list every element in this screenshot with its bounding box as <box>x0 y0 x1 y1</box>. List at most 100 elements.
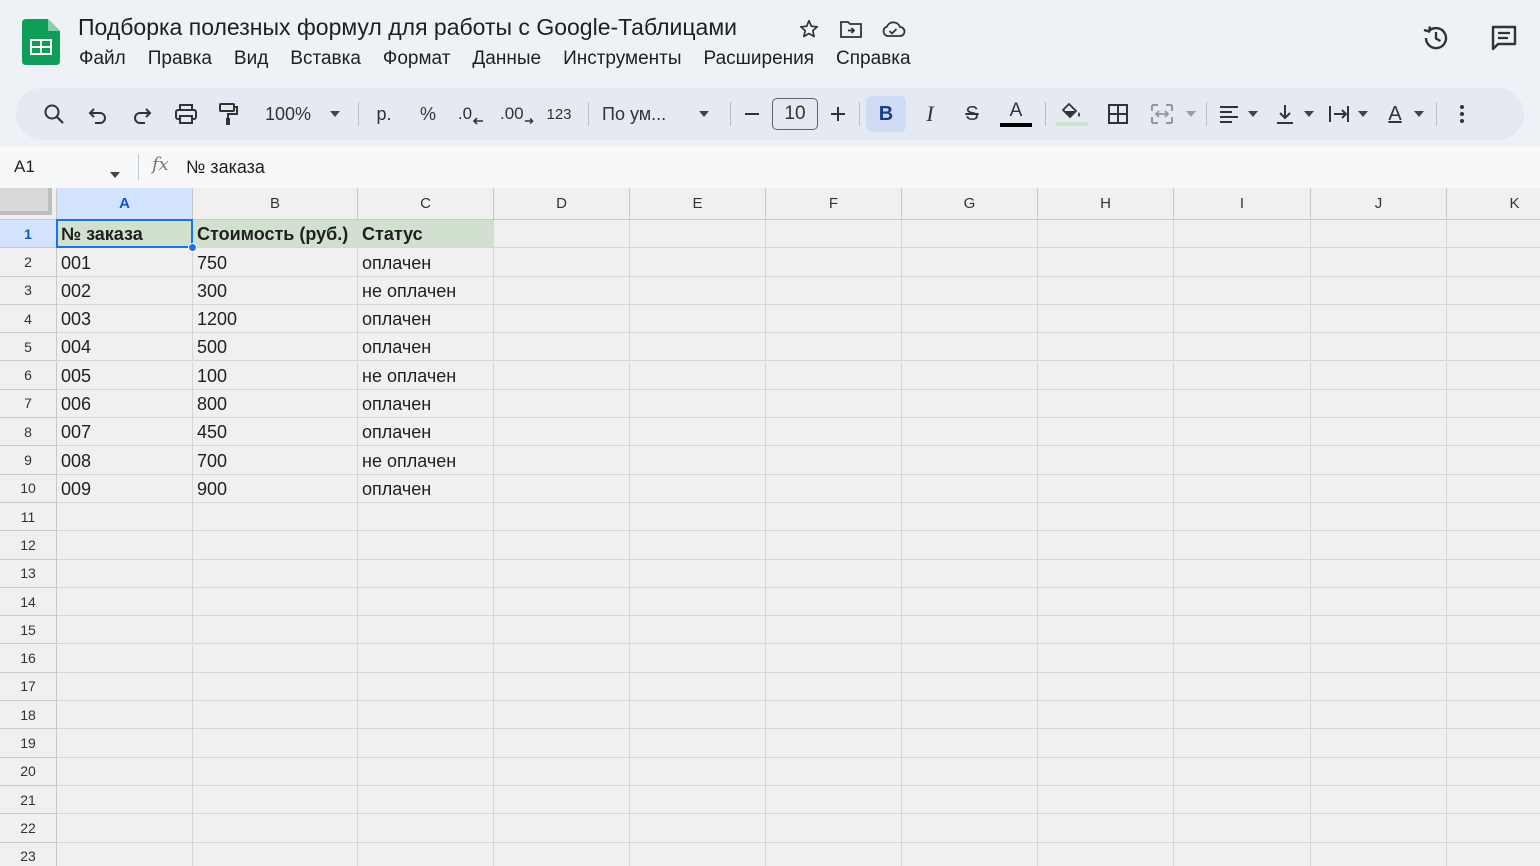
cell[interactable] <box>494 842 630 866</box>
cell[interactable] <box>630 814 766 843</box>
row-header[interactable]: 10 <box>0 474 57 503</box>
cell[interactable] <box>766 644 902 673</box>
cell[interactable] <box>902 644 1038 673</box>
row-header[interactable]: 15 <box>0 616 57 645</box>
cell[interactable] <box>902 361 1038 390</box>
cell[interactable] <box>193 757 358 786</box>
column-header[interactable]: B <box>193 188 358 220</box>
cell[interactable] <box>1311 248 1447 277</box>
cell[interactable] <box>193 729 358 758</box>
cell[interactable]: 009 <box>57 474 193 503</box>
cell[interactable] <box>1311 729 1447 758</box>
column-header[interactable]: C <box>358 188 494 220</box>
cell[interactable] <box>902 616 1038 645</box>
cell[interactable] <box>766 701 902 730</box>
cell[interactable] <box>1311 701 1447 730</box>
cell[interactable] <box>1038 276 1174 305</box>
cell[interactable]: не оплачен <box>358 276 494 305</box>
cell[interactable] <box>1447 758 1540 786</box>
cell[interactable] <box>1447 673 1540 702</box>
cell[interactable]: оплачен <box>358 474 494 503</box>
cell[interactable] <box>494 474 630 503</box>
cell[interactable] <box>494 248 630 277</box>
cell[interactable]: 300 <box>193 276 358 305</box>
cell[interactable] <box>766 757 902 786</box>
cell[interactable] <box>193 503 358 532</box>
cell[interactable] <box>630 248 766 277</box>
bold-button[interactable]: B <box>866 96 906 132</box>
cell[interactable] <box>1174 842 1311 866</box>
menu-insert[interactable]: Вставка <box>290 48 361 70</box>
increase-decimal-button[interactable]: .00 <box>500 96 534 132</box>
cell[interactable] <box>1174 559 1311 588</box>
row-header[interactable]: 21 <box>0 786 57 815</box>
cell[interactable] <box>494 503 630 532</box>
column-header[interactable]: E <box>630 188 766 220</box>
cell[interactable] <box>630 276 766 305</box>
cell[interactable] <box>630 418 766 447</box>
cell[interactable] <box>57 559 193 588</box>
cell[interactable]: не оплачен <box>358 446 494 475</box>
cell[interactable] <box>1447 560 1540 588</box>
cell[interactable] <box>494 616 630 645</box>
cell[interactable] <box>494 418 630 447</box>
cell[interactable] <box>1311 361 1447 390</box>
cell[interactable] <box>902 389 1038 419</box>
row-header[interactable]: 8 <box>0 418 57 447</box>
cell[interactable] <box>1174 757 1311 786</box>
version-history-icon[interactable] <box>1418 20 1454 56</box>
cell[interactable]: 800 <box>193 389 358 419</box>
cell[interactable] <box>766 474 902 503</box>
cell[interactable] <box>1174 474 1311 503</box>
cell[interactable] <box>766 587 902 617</box>
menu-view[interactable]: Вид <box>234 48 268 70</box>
row-header[interactable]: 20 <box>0 757 57 786</box>
cell[interactable] <box>630 220 766 249</box>
header-cell[interactable]: № заказа <box>57 220 193 249</box>
cell[interactable] <box>766 304 902 334</box>
cell[interactable] <box>1311 418 1447 447</box>
cell[interactable] <box>494 729 630 758</box>
cell[interactable]: не оплачен <box>358 361 494 390</box>
row-header[interactable]: 6 <box>0 361 57 390</box>
row-header[interactable]: 14 <box>0 587 57 617</box>
zoom-select[interactable]: 100% <box>256 96 320 132</box>
cell[interactable] <box>1038 389 1174 419</box>
column-header[interactable]: H <box>1038 188 1174 220</box>
cell[interactable] <box>494 531 630 560</box>
cell[interactable] <box>358 729 494 758</box>
cell[interactable] <box>766 248 902 277</box>
cell[interactable] <box>57 672 193 702</box>
cell[interactable] <box>902 503 1038 532</box>
row-header[interactable]: 12 <box>0 531 57 560</box>
cell[interactable] <box>193 842 358 866</box>
formula-input[interactable]: № заказа <box>186 157 265 178</box>
cell[interactable] <box>57 701 193 730</box>
cell[interactable] <box>1174 361 1311 390</box>
cell[interactable] <box>1311 672 1447 702</box>
cell[interactable]: 008 <box>57 446 193 475</box>
cell[interactable] <box>1174 587 1311 617</box>
cell[interactable] <box>1038 446 1174 475</box>
valign-dropdown-icon[interactable] <box>1302 96 1316 132</box>
cell[interactable] <box>57 616 193 645</box>
cell[interactable] <box>1311 786 1447 815</box>
comments-icon[interactable] <box>1486 20 1522 56</box>
cell[interactable]: 100 <box>193 361 358 390</box>
cell[interactable]: 006 <box>57 389 193 419</box>
menu-data[interactable]: Данные <box>472 48 541 70</box>
cell[interactable] <box>358 644 494 673</box>
cell[interactable] <box>193 559 358 588</box>
cell[interactable] <box>1038 729 1174 758</box>
cell[interactable] <box>57 842 193 866</box>
cell[interactable] <box>1174 220 1311 249</box>
text-color-button[interactable]: A <box>998 96 1034 132</box>
cell[interactable] <box>630 644 766 673</box>
cell[interactable] <box>766 276 902 305</box>
cell[interactable] <box>630 503 766 532</box>
cell[interactable] <box>766 333 902 362</box>
row-header[interactable]: 18 <box>0 701 57 730</box>
row-header[interactable]: 2 <box>0 248 57 277</box>
cell[interactable] <box>1311 559 1447 588</box>
cell[interactable] <box>494 304 630 334</box>
